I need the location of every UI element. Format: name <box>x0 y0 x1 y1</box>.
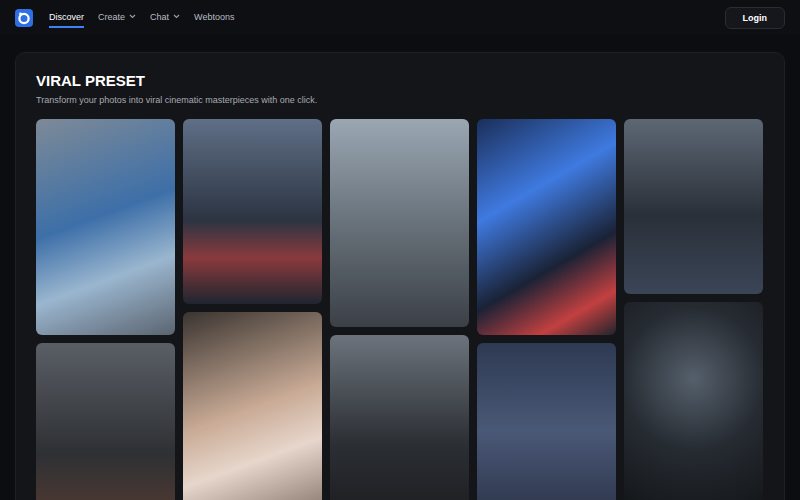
preset-column <box>330 119 469 500</box>
preset-card[interactable] <box>183 312 322 500</box>
nav-tab[interactable]: Discover <box>49 8 84 28</box>
preset-card[interactable] <box>624 119 763 294</box>
preset-card[interactable] <box>36 119 175 335</box>
logo-icon[interactable] <box>15 9 33 27</box>
nav-tab[interactable]: Webtoons <box>194 8 234 28</box>
preset-card[interactable] <box>183 119 322 304</box>
preset-card[interactable] <box>330 119 469 327</box>
nav-tabs: Discover Create Chat Webtoons <box>49 8 234 28</box>
preset-card[interactable] <box>330 335 469 500</box>
preset-card[interactable] <box>477 119 616 335</box>
preset-card[interactable] <box>477 343 616 500</box>
preset-grid <box>36 119 764 500</box>
top-bar: Discover Create Chat Webtoons Login <box>0 0 800 35</box>
preset-column <box>624 119 763 500</box>
preset-panel: VIRAL PRESET Transform your photos into v… <box>15 52 785 500</box>
page: Discover Create Chat Webtoons Login VIRAL PRE… <box>0 0 800 500</box>
preset-column <box>183 119 322 500</box>
preset-card[interactable] <box>36 343 175 500</box>
preset-column <box>477 119 616 500</box>
nav-tab[interactable]: Chat <box>150 8 180 28</box>
nav-tab[interactable]: Create <box>98 8 136 28</box>
chevron-down-icon <box>129 14 136 19</box>
preset-column <box>36 119 175 500</box>
chevron-down-icon <box>173 14 180 19</box>
login-button[interactable]: Login <box>725 7 786 29</box>
section-title: VIRAL PRESET <box>36 71 764 91</box>
preset-card[interactable] <box>624 302 763 500</box>
section-subtitle: Transform your photos into viral cinemat… <box>36 94 764 107</box>
